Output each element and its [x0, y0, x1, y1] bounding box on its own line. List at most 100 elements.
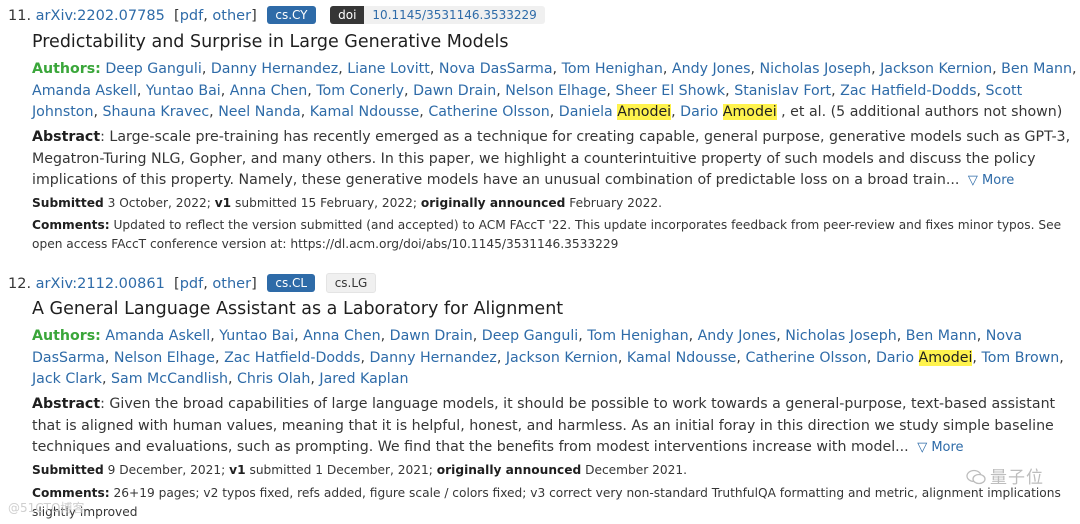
author-link[interactable]: Nelson Elhage — [114, 350, 215, 366]
author-link[interactable]: Catherine Olsson — [428, 104, 549, 120]
comments-label: Comments: — [32, 486, 110, 500]
pdf-link[interactable]: pdf — [180, 8, 204, 24]
other-link[interactable]: other — [212, 8, 251, 24]
authors-label: Authors: — [32, 61, 101, 77]
paper-title: A General Language Assistant as a Labora… — [32, 299, 564, 319]
announced-label: originally announced — [436, 463, 582, 477]
authors-suffix: , et al. (5 additional authors not shown… — [776, 104, 1063, 120]
author-link[interactable]: Amanda Askell — [105, 328, 210, 344]
author-link[interactable]: Jack Clark — [32, 371, 102, 387]
comments-text: 26+19 pages; v2 typos fixed, refs added,… — [32, 486, 1061, 519]
author-link[interactable]: Nova DasSarma — [439, 61, 553, 77]
watermark-left: @51CTO博客 — [8, 501, 85, 515]
author-link[interactable]: Tom Henighan — [562, 61, 663, 77]
author-link[interactable]: Nicholas Joseph — [785, 328, 897, 344]
arxiv-id-link[interactable]: arXiv:2112.00861 — [36, 276, 165, 292]
author-link[interactable]: Yuntao Bai — [146, 83, 221, 99]
comments-label: Comments: — [32, 218, 110, 232]
abstract-text: : Large-scale pre-training has recently … — [32, 129, 1071, 188]
entry-number: 12. — [8, 276, 32, 292]
authors-list: Authors: Amanda Askell, Yuntao Bai, Anna… — [32, 328, 1064, 387]
paper-title: Predictability and Surprise in Large Gen… — [32, 32, 509, 52]
doi-label: doi — [330, 6, 365, 24]
abstract-label: Abstract — [32, 129, 101, 145]
submitted-label: Submitted — [32, 463, 104, 477]
submitted-date: 9 December, 2021; — [107, 463, 226, 477]
other-link[interactable]: other — [212, 276, 251, 292]
category-tag-primary[interactable]: cs.CL — [267, 274, 316, 292]
author-link[interactable]: Jackson Kernion — [880, 61, 992, 77]
doi-link[interactable]: 10.1145/3531146.3533229 — [364, 6, 545, 24]
author-link[interactable]: Ben Mann — [1001, 61, 1072, 77]
author-link[interactable]: Sheer El Showk — [615, 83, 725, 99]
author-link[interactable]: Dario Amodei — [680, 104, 777, 120]
entry-header: 12. arXiv:2112.00861 [pdf, other] cs.CL … — [8, 273, 377, 293]
author-link[interactable]: Anna Chen — [230, 83, 308, 99]
wechat-icon — [966, 469, 986, 485]
author-link[interactable]: Anna Chen — [303, 328, 381, 344]
author-link[interactable]: Neel Nanda — [218, 104, 301, 120]
submitted-label: Submitted — [32, 196, 104, 210]
author-link[interactable]: Nicholas Joseph — [760, 61, 872, 77]
v1-date: submitted 15 February, 2022; — [235, 196, 418, 210]
author-link[interactable]: Sam McCandlish — [111, 371, 228, 387]
submission-info: Submitted 3 October, 2022; v1 submitted … — [32, 194, 1078, 213]
abstract-text: : Given the broad capabilities of large … — [32, 396, 1056, 455]
author-link[interactable]: Chris Olah — [237, 371, 310, 387]
announced-label: originally announced — [420, 196, 566, 210]
author-link[interactable]: Nelson Elhage — [505, 83, 606, 99]
author-link[interactable]: Stanislav Fort — [734, 83, 831, 99]
highlighted-term: Amodei — [918, 349, 973, 366]
author-link[interactable]: Deep Ganguli — [105, 61, 201, 77]
author-link[interactable]: Shauna Kravec — [103, 104, 210, 120]
author-link[interactable]: Amanda Askell — [32, 83, 137, 99]
comments: Comments: 26+19 pages; v2 typos fixed, r… — [32, 484, 1078, 522]
watermark-text: 量子位 — [990, 468, 1044, 488]
author-link[interactable]: Dawn Drain — [390, 328, 473, 344]
author-link[interactable]: Deep Ganguli — [482, 328, 578, 344]
author-link[interactable]: Yuntao Bai — [219, 328, 294, 344]
author-link[interactable]: Dario Amodei — [876, 349, 973, 366]
author-link[interactable]: Tom Brown — [981, 350, 1059, 366]
pdf-link[interactable]: pdf — [180, 276, 204, 292]
category-tag-primary[interactable]: cs.CY — [267, 6, 316, 24]
entry-header: 11. arXiv:2202.07785 [pdf, other] cs.CY … — [8, 6, 545, 24]
submitted-date: 3 October, 2022; — [107, 196, 211, 210]
author-link[interactable]: Andy Jones — [672, 61, 751, 77]
v1-date: submitted 1 December, 2021; — [249, 463, 433, 477]
author-link[interactable]: Jared Kaplan — [319, 371, 408, 387]
submission-info: Submitted 9 December, 2021; v1 submitted… — [32, 461, 1078, 480]
authors-list: Authors: Deep Ganguli, Danny Hernandez, … — [32, 61, 1077, 120]
highlighted-term: Amodei — [722, 104, 777, 120]
author-link[interactable]: Tom Conerly — [316, 83, 404, 99]
author-link[interactable]: Jackson Kernion — [506, 350, 618, 366]
highlighted-term: Amodei — [617, 104, 672, 120]
comments: Comments: Updated to reflect the version… — [32, 216, 1078, 254]
author-link[interactable]: Tom Henighan — [587, 328, 688, 344]
more-link[interactable]: ▽ More — [968, 173, 1014, 188]
author-link[interactable]: Kamal Ndousse — [627, 350, 737, 366]
entry-number: 11. — [8, 8, 32, 24]
v1-label: v1 — [229, 463, 246, 477]
announced-date: February 2022. — [569, 196, 663, 210]
more-link[interactable]: ▽ More — [917, 440, 963, 455]
author-link[interactable]: Catherine Olsson — [745, 350, 866, 366]
author-link[interactable]: Danny Hernandez — [211, 61, 338, 77]
abstract: Abstract: Large-scale pre-training has r… — [32, 127, 1078, 192]
author-link[interactable]: Andy Jones — [698, 328, 777, 344]
author-link[interactable]: Ben Mann — [906, 328, 977, 344]
authors-label: Authors: — [32, 328, 101, 344]
abstract: Abstract: Given the broad capabilities o… — [32, 394, 1078, 459]
author-link[interactable]: Dawn Drain — [413, 83, 496, 99]
v1-label: v1 — [214, 196, 232, 210]
author-link[interactable]: Danny Hernandez — [369, 350, 496, 366]
author-link[interactable]: Daniela Amodei — [559, 104, 672, 120]
arxiv-id-link[interactable]: arXiv:2202.07785 — [36, 8, 165, 24]
category-tag-secondary[interactable]: cs.LG — [325, 273, 377, 293]
comments-text: Updated to reflect the version submitted… — [32, 218, 1062, 251]
author-link[interactable]: Zac Hatfield-Dodds — [224, 350, 360, 366]
author-link[interactable]: Liane Lovitt — [347, 61, 430, 77]
author-link[interactable]: Kamal Ndousse — [310, 104, 420, 120]
author-link[interactable]: Zac Hatfield-Dodds — [840, 83, 976, 99]
watermark-right: 量子位 — [966, 463, 1044, 488]
